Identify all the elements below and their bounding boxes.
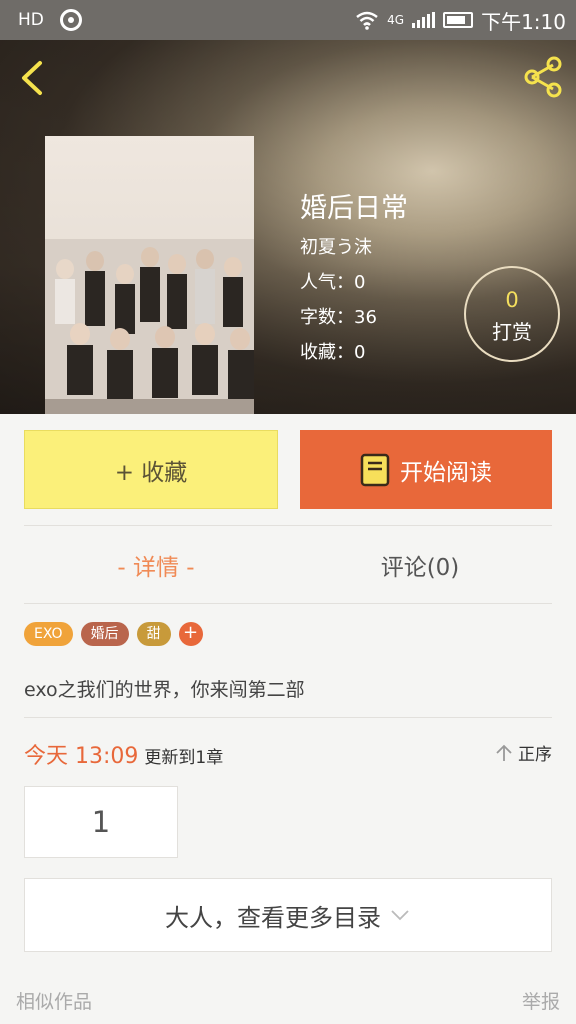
update-info: 今天 13:09 更新到1章 — [24, 738, 223, 770]
start-reading-button[interactable]: 开始阅读 — [300, 430, 552, 509]
divider — [24, 603, 552, 604]
book-cover-image — [45, 136, 254, 414]
update-chapters: 更新到1章 — [144, 748, 224, 768]
arrow-up-icon — [496, 744, 512, 761]
start-reading-label: 开始阅读 — [400, 459, 492, 486]
divider — [24, 717, 552, 718]
book-author[interactable]: 初夏う沫 — [300, 233, 372, 259]
book-title: 婚后日常 — [300, 193, 408, 224]
tip-label: 打赏 — [492, 320, 532, 344]
tag-exo[interactable]: EXO — [24, 622, 73, 646]
book-word-count: 字数：36 — [300, 307, 377, 328]
chevron-down-icon — [391, 910, 409, 921]
battery-icon — [443, 12, 474, 28]
tip-count: 0 — [505, 288, 519, 312]
network-label: 4G — [387, 13, 405, 27]
signal-icon — [412, 12, 436, 28]
share-icon[interactable] — [520, 54, 566, 100]
add-tag-button[interactable]: + — [178, 622, 203, 646]
tip-button[interactable]: 0 打赏 — [464, 266, 560, 362]
sort-order-label: 正序 — [518, 745, 552, 765]
tab-comments[interactable]: 评论(0) — [288, 548, 552, 582]
chapter-item[interactable]: 1 — [24, 786, 178, 858]
back-arrow-icon[interactable] — [16, 58, 52, 98]
wifi-icon — [356, 11, 378, 30]
collect-button[interactable]: + 收藏 — [24, 430, 278, 509]
tab-detail[interactable]: - 详情 - — [24, 548, 288, 582]
book-header: 婚后日常 初夏う沫 人气：0 字数：36 收藏：0 0 打赏 — [0, 40, 576, 414]
book-description: exo之我们的世界，你来闯第二部 — [24, 679, 305, 701]
book-icon — [360, 453, 390, 486]
update-time: 今天 13:09 — [24, 744, 139, 769]
divider — [24, 525, 552, 526]
more-catalog-button[interactable]: 大人，查看更多目录 — [24, 878, 552, 952]
hd-indicator: HD — [18, 10, 44, 30]
status-bar: HD 4G 下午1:10 — [0, 0, 576, 40]
report-link[interactable]: 举报 — [522, 987, 560, 1014]
group-photo-illustration — [45, 239, 254, 414]
sort-order-button[interactable]: 正序 — [494, 740, 552, 765]
clock: 下午1:10 — [481, 9, 566, 34]
similar-works-heading: 相似作品 — [16, 991, 93, 1013]
more-catalog-label: 大人，查看更多目录 — [165, 903, 381, 932]
disc-icon — [59, 9, 82, 31]
book-popularity: 人气：0 — [300, 272, 366, 293]
tag-marriage[interactable]: 婚后 — [80, 622, 129, 646]
book-favorites: 收藏：0 — [300, 342, 366, 363]
tag-sweet[interactable]: 甜 — [136, 622, 171, 646]
tag-list: EXO 婚后 甜 + — [24, 622, 203, 646]
